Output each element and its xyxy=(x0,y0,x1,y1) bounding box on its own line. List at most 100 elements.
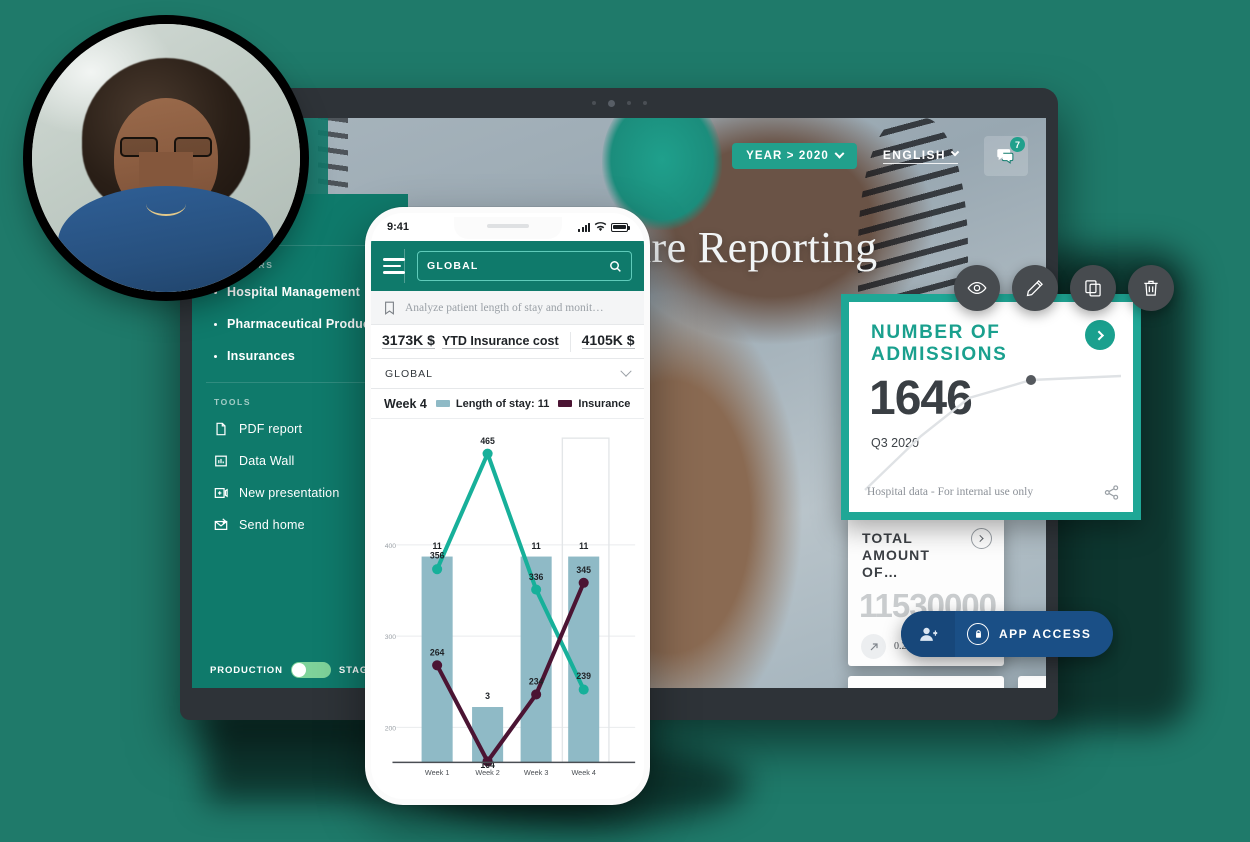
new-presentation-icon xyxy=(214,486,228,500)
search-input[interactable]: GLOBAL xyxy=(417,251,632,281)
view-button[interactable] xyxy=(954,265,1000,311)
ytick-400: 400 xyxy=(385,543,397,550)
legend-label: Length of stay: 11 xyxy=(455,397,550,410)
scope-select-value: GLOBAL xyxy=(385,367,434,380)
notifications-button[interactable]: 7 xyxy=(984,136,1028,176)
kpi-card-avg-length-of-stay-left[interactable]: AVG LENGTH OF STAY 3 NIGHTS Q4 2020 Hosp… xyxy=(848,676,1004,688)
sidebar-item-label: Pharmaceutical Product xyxy=(227,317,375,331)
delete-button[interactable] xyxy=(1128,265,1174,311)
wifi-icon xyxy=(594,222,607,232)
app-access-label: APP ACCESS xyxy=(999,627,1092,641)
kpi-card-number-of-admissions-selected[interactable]: NUMBER OF ADMISSIONS 1646 Q3 2020 Hospit… xyxy=(841,294,1141,520)
point-label-teal-week-2: 465 xyxy=(480,436,495,446)
switch-knob xyxy=(291,663,306,677)
point-maroon-week-1 xyxy=(432,660,443,671)
bullet-icon xyxy=(214,354,217,358)
edit-button[interactable] xyxy=(1012,265,1058,311)
language-selector[interactable]: ENGLISH xyxy=(882,147,960,164)
sidebar-item-label: Send home xyxy=(239,518,305,532)
year-filter-label: YEAR > 2020 xyxy=(746,150,829,162)
tablet-camera-bar xyxy=(180,88,1058,118)
xtick-week-2: Week 2 xyxy=(475,768,500,777)
legend-week-label: Week 4 xyxy=(384,396,427,411)
point-teal-week-3 xyxy=(531,584,542,595)
phone-screen: 9:41 GLOBAL Analyze patient length of st… xyxy=(371,213,644,799)
sidebar-item-label: Insurances xyxy=(227,349,296,363)
kpi-value: 3173K $ xyxy=(382,331,435,349)
chevron-down-icon xyxy=(834,148,845,159)
chevron-right-icon xyxy=(976,534,984,543)
sidebar-item-label: New presentation xyxy=(239,486,340,500)
bar-label-week-3: 11 xyxy=(532,541,541,551)
scope-select[interactable]: GLOBAL xyxy=(371,359,644,389)
kpi-label: YTD Insurance cost xyxy=(441,333,559,349)
xtick-week-1: Week 1 xyxy=(425,768,450,777)
language-label: ENGLISH xyxy=(882,148,946,162)
avatar xyxy=(32,24,300,292)
trend-up-icon xyxy=(861,634,886,660)
kpi-title: AVG LENGTH OF STAY xyxy=(848,676,1004,688)
kpi-card-avg-length-of-stay-right[interactable]: AVG LENGTH OF STAY 3.25 N… -1 % vs befor… xyxy=(1018,676,1046,688)
open-card-button[interactable] xyxy=(971,528,992,549)
legend-swatch xyxy=(558,400,573,407)
avatar-necklace xyxy=(146,192,186,216)
legend-label: Insurance xyxy=(578,397,631,410)
sensor-dot xyxy=(642,101,647,105)
point-teal-week-1 xyxy=(432,564,443,575)
battery-icon xyxy=(611,222,630,232)
combo-chart[interactable]: 400 300 200 11 3 11 11 356 465 336 239 2… xyxy=(371,419,644,791)
report-description: Analyze patient length of stay and monit… xyxy=(405,301,604,314)
trash-icon xyxy=(1144,280,1158,296)
environment-label-production: PRODUCTION xyxy=(210,664,283,676)
menu-icon[interactable] xyxy=(383,249,405,283)
chevron-right-icon xyxy=(1093,330,1104,340)
app-access-button[interactable]: APP ACCESS xyxy=(901,611,1114,657)
chevron-down-icon xyxy=(620,365,632,377)
kpi-card-number-of-admissions[interactable]: NUMBER OF ADMISSIONS 1646 Q3 2020 Hospit… xyxy=(849,302,1133,512)
chart-legend: Week 4 Length of stay: 11 Insurance xyxy=(371,389,644,419)
sidebar-item-label: PDF report xyxy=(239,422,303,436)
bar-week-2 xyxy=(472,707,504,763)
status-time: 9:41 xyxy=(387,221,410,233)
bookmark-icon xyxy=(385,301,394,315)
phone-kpi-strip: 3173K $ YTD Insurance cost 4105K $ xyxy=(371,325,644,359)
phone-kpi-item[interactable]: 3173K $ YTD Insurance cost xyxy=(371,331,571,352)
hero-composition: App Store YEAR > 2020 ENGLISH xyxy=(0,0,1250,842)
sparkline-chart xyxy=(864,374,1122,491)
status-icons xyxy=(578,222,630,232)
search-icon xyxy=(610,260,621,272)
eye-icon xyxy=(967,281,987,295)
xtick-week-4: Week 4 xyxy=(571,768,596,777)
copy-icon xyxy=(1085,280,1101,297)
bar-label-week-4: 11 xyxy=(579,541,588,551)
legend-swatch xyxy=(435,400,450,407)
bar-label-week-2: 3 xyxy=(485,691,490,701)
legend-item-length-of-stay[interactable]: Length of stay: 11 xyxy=(435,397,550,410)
point-label-teal-week-1: 356 xyxy=(430,550,445,560)
send-home-icon xyxy=(214,518,228,532)
phone-device: 9:41 GLOBAL Analyze patient length of st… xyxy=(365,207,650,805)
phone-kpi-item[interactable]: 4105K $ xyxy=(571,332,644,352)
duplicate-button[interactable] xyxy=(1070,265,1116,311)
top-bar-right-group: YEAR > 2020 ENGLISH 7 xyxy=(732,136,1046,176)
point-label-maroon-week-1: 264 xyxy=(430,648,445,658)
legend-item-insurance[interactable]: Insurance xyxy=(558,398,630,410)
year-filter-button[interactable]: YEAR > 2020 xyxy=(732,143,857,169)
open-card-button[interactable] xyxy=(1085,320,1115,350)
environment-switch[interactable] xyxy=(290,662,331,678)
point-label-maroon-week-4: 345 xyxy=(576,565,591,575)
bar-label-week-1: 11 xyxy=(433,541,442,551)
app-top-bar: App Store YEAR > 2020 ENGLISH xyxy=(192,118,1046,194)
chart-canvas: 400 300 200 11 3 11 11 356 465 336 239 2… xyxy=(385,436,636,777)
card-action-toolbar xyxy=(954,265,1174,311)
point-label-teal-week-4: 239 xyxy=(576,671,591,681)
point-label-maroon-week-3: 234 xyxy=(529,677,544,687)
phone-app-bar: GLOBAL xyxy=(371,241,644,291)
lock-circle-icon xyxy=(967,623,989,645)
point-teal-week-4 xyxy=(578,684,589,695)
share-icon[interactable] xyxy=(1104,485,1119,500)
bar-week-1 xyxy=(421,556,453,763)
add-user-icon xyxy=(901,611,955,657)
data-wall-icon xyxy=(214,454,228,468)
chevron-down-icon xyxy=(950,147,960,157)
